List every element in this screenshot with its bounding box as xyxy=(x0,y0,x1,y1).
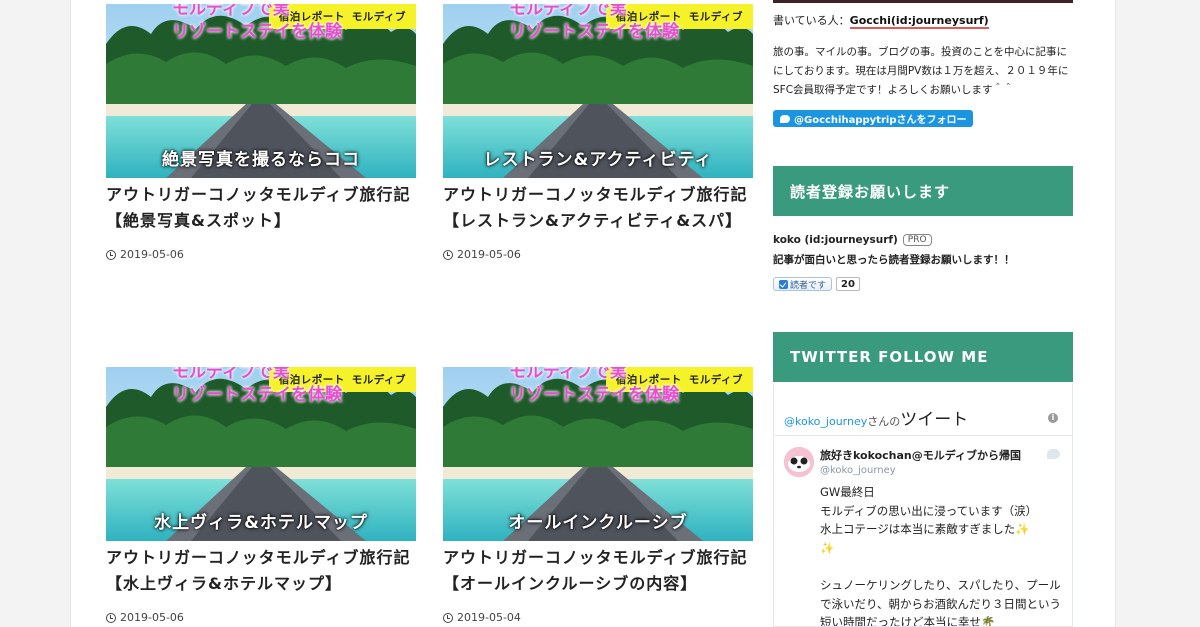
article-title[interactable]: アウトリガーコノッタモルディブ旅行記 【水上ヴィラ&ホテルマップ】 xyxy=(106,545,416,596)
tweet-text: GW最終日 モルディブの思い出に浸っています（涙） 水上コテージは本当に素敵すぎ… xyxy=(820,483,1064,627)
thumbnail-caption: 絶景写真を撮るならココ xyxy=(162,150,360,170)
article-title-line2: 【オールインクルーシブの内容】 xyxy=(443,573,698,593)
thumbnail-headline-line2: リゾートステイを体験 xyxy=(172,384,342,405)
timeline-handle-suffix: さんの xyxy=(867,415,901,428)
article-thumbnail[interactable]: 宿泊レポート モルディブ モルディブで実 リゾートステイを体験 オールインクルーシ… xyxy=(443,367,753,541)
timeline-divider xyxy=(774,435,1072,436)
article-card[interactable]: 宿泊レポート モルディブ モルディブで実 リゾートステイを体験 オールインクルーシ… xyxy=(443,367,753,624)
sidebar-top-bar xyxy=(773,0,1073,3)
thumbnail-headline: モルディブで実 リゾートステイを体験 xyxy=(509,367,709,407)
article-date-text: 2019-05-06 xyxy=(120,248,184,262)
subscriber-count: 20 xyxy=(836,277,860,291)
article-thumbnail[interactable]: 宿泊レポート モルディブ モルディブで実 リゾートステイを体験 水上ヴィラ&ホテル… xyxy=(106,367,416,541)
thumbnail-headline-line1: モルディブで実 xyxy=(509,367,627,382)
avatar[interactable] xyxy=(784,447,814,477)
author-prefix: 書いている人： xyxy=(773,14,850,27)
article-thumbnail[interactable]: 宿泊レポート モルディブ モルディブで実 リゾートステイを体験 絶景写真を撮るなら… xyxy=(106,4,416,178)
article-date-text: 2019-05-04 xyxy=(457,611,521,625)
article-card[interactable]: 宿泊レポート モルディブ モルディブで実 リゾートステイを体験 絶景写真を撮るなら… xyxy=(106,4,416,261)
pro-badge: PRO xyxy=(902,234,932,246)
thumbnail-headline-line1: モルディブで実 xyxy=(172,4,290,19)
thumbnail-headline-line1: モルディブで実 xyxy=(509,4,627,19)
thumbnail-caption: 水上ヴィラ&ホテルマップ xyxy=(154,513,368,533)
thumbnail-headline-line1: モルディブで実 xyxy=(172,367,290,382)
article-date: 2019-05-06 xyxy=(106,248,416,261)
article-date-text: 2019-05-06 xyxy=(457,248,521,262)
subscribe-label: 読者です xyxy=(790,280,827,291)
clock-icon xyxy=(106,249,116,260)
article-date: 2019-05-06 xyxy=(106,611,416,624)
author-link[interactable]: Gocchi(id:journeysurf) xyxy=(849,14,989,29)
article-date: 2019-05-06 xyxy=(443,248,753,261)
article-card[interactable]: 宿泊レポート モルディブ モルディブで実 リゾートステイを体験 レストラン&アクテ… xyxy=(443,4,753,261)
twitter-follow-button[interactable]: @Gocchihappytripさんをフォロー xyxy=(773,110,974,127)
twitter-timeline[interactable]: @koko_journey さんの ツイート i 旅好きkokochan@モルデ… xyxy=(773,383,1073,627)
twitter-follow-label: @Gocchihappytripさんをフォロー xyxy=(794,115,967,126)
article-title-line1: アウトリガーコノッタモルディブ旅行記 xyxy=(106,548,411,567)
subscribe-button[interactable]: 読者です xyxy=(773,277,833,291)
timeline-handle-link[interactable]: @koko_journey xyxy=(784,415,867,428)
reader-widget-heading: 読者登録お願いします xyxy=(773,166,1073,216)
article-title-line1: アウトリガーコノッタモルディブ旅行記 xyxy=(443,185,748,204)
info-icon[interactable]: i xyxy=(1048,413,1058,423)
thumbnail-headline-line2: リゾートステイを体験 xyxy=(509,21,679,42)
author-line: 書いている人：Gocchi(id:journeysurf) xyxy=(773,12,989,29)
subscribe-row: 読者です 20 xyxy=(773,277,860,291)
article-title[interactable]: アウトリガーコノッタモルディブ旅行記 【絶景写真&スポット】 xyxy=(106,182,416,233)
article-title-line1: アウトリガーコノッタモルディブ旅行記 xyxy=(106,185,411,204)
thumbnail-caption: オールインクルーシブ xyxy=(508,513,688,533)
timeline-header: @koko_journey さんの ツイート xyxy=(784,405,968,430)
tweet-author-name[interactable]: 旅好きkokochan@モルディブから帰国 xyxy=(820,447,1021,463)
check-icon xyxy=(779,279,788,289)
clock-icon xyxy=(106,612,116,623)
reader-name[interactable]: koko (id:journeysurf) xyxy=(773,234,898,246)
thumbnail-caption: レストラン&アクティビティ xyxy=(483,150,713,170)
article-title-line2: 【水上ヴィラ&ホテルマップ】 xyxy=(106,573,342,593)
article-title[interactable]: アウトリガーコノッタモルディブ旅行記 【オールインクルーシブの内容】 xyxy=(443,545,753,596)
article-title-line2: 【絶景写真&スポット】 xyxy=(106,210,291,230)
reader-name-line: koko (id:journeysurf) PRO xyxy=(773,234,932,246)
article-thumbnail[interactable]: 宿泊レポート モルディブ モルディブで実 リゾートステイを体験 レストラン&アクテ… xyxy=(443,4,753,178)
article-title-line1: アウトリガーコノッタモルディブ旅行記 xyxy=(443,548,748,567)
twitter-widget-heading: TWITTER FOLLOW ME xyxy=(773,332,1073,382)
timeline-title: ツイート xyxy=(900,410,969,430)
article-title-line2: 【レストラン&アクティビティ&スパ】 xyxy=(443,210,743,230)
thumbnail-headline: モルディブで実 リゾートステイを体験 xyxy=(509,4,709,44)
twitter-logo-icon xyxy=(1047,449,1060,459)
thumbnail-headline: モルディブで実 リゾートステイを体験 xyxy=(172,4,372,44)
thumbnail-headline-line2: リゾートステイを体験 xyxy=(172,21,342,42)
tweet-author-handle[interactable]: @koko_journey xyxy=(820,465,896,476)
sidebar: 書いている人：Gocchi(id:journeysurf) 旅の事。マイルの事。… xyxy=(773,0,1073,627)
tweet-body: GW最終日 モルディブの思い出に浸っています（涙） 水上コテージは本当に素敵すぎ… xyxy=(820,485,1062,627)
reader-description: 記事が面白いと思ったら読者登録お願いします！！ xyxy=(773,254,1015,266)
article-date: 2019-05-04 xyxy=(443,611,753,624)
clock-icon xyxy=(443,612,453,623)
thumbnail-headline: モルディブで実 リゾートステイを体験 xyxy=(172,367,372,407)
article-date-text: 2019-05-06 xyxy=(120,611,184,625)
clock-icon xyxy=(443,249,453,260)
article-title[interactable]: アウトリガーコノッタモルディブ旅行記 【レストラン&アクティビティ&スパ】 xyxy=(443,182,753,233)
thumbnail-headline-line2: リゾートステイを体験 xyxy=(509,384,679,405)
article-card[interactable]: 宿泊レポート モルディブ モルディブで実 リゾートステイを体験 水上ヴィラ&ホテル… xyxy=(106,367,416,624)
author-bio: 旅の事。マイルの事。ブログの事。投資のことを中心に記事ににしております。現在は月… xyxy=(773,46,1069,97)
twitter-bird-icon xyxy=(780,114,790,123)
